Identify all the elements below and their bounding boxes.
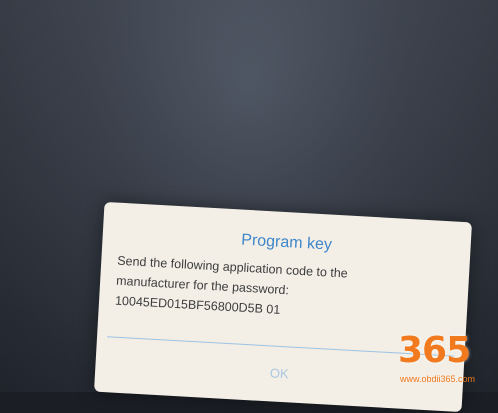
watermark-url: www.obdii365.com	[400, 374, 476, 384]
watermark-logo: 365 www.obdii365.com	[394, 328, 498, 390]
watermark-digits: 365	[398, 330, 471, 371]
dialog-message: Send the following application code to t…	[115, 251, 454, 330]
device-screen: Program key Send the following applicati…	[0, 0, 498, 413]
